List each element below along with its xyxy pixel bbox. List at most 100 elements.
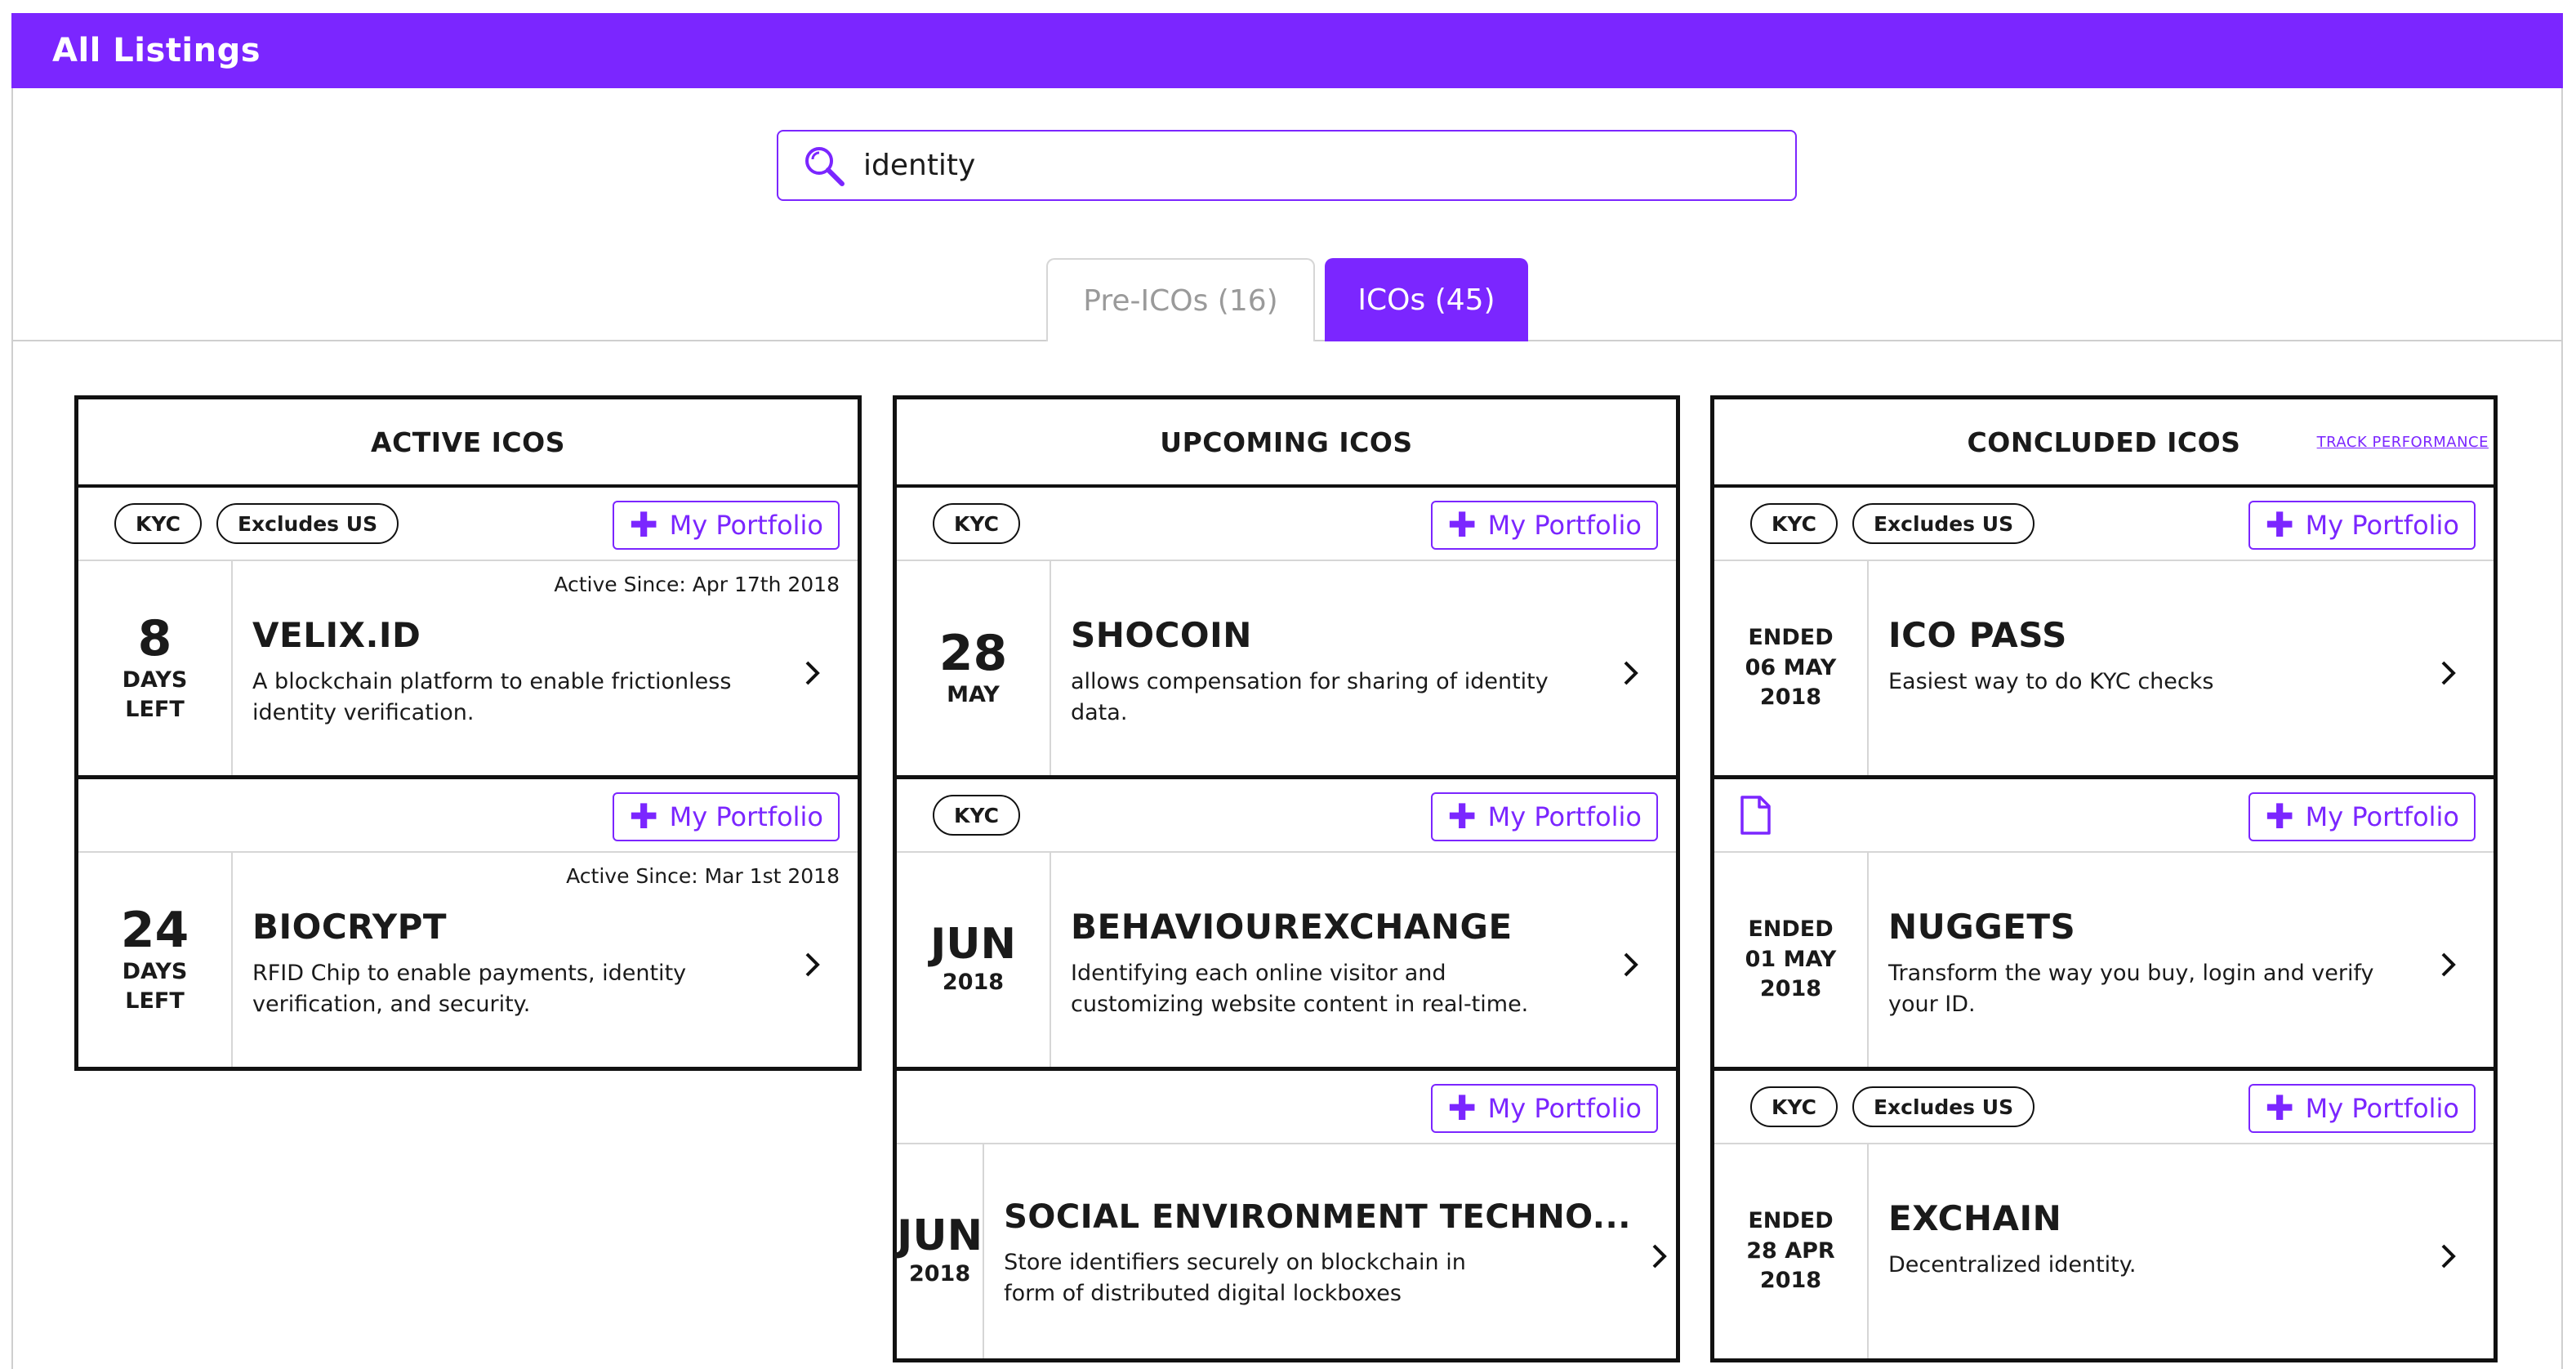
days-word: DAYS (122, 667, 188, 693)
start-day: 28 (938, 624, 1008, 682)
ico-card: KYC ✚ My Portfolio JUN 2018 BEHAVIOUREXC… (897, 779, 1676, 1071)
ico-info: SOCIAL ENVIRONMENT TECHNO... Store ident… (984, 1144, 1705, 1358)
excludes-us-badge: Excludes US (216, 503, 399, 544)
ended-label: ENDED (1748, 1208, 1834, 1234)
end-day-month: 28 APR (1746, 1237, 1835, 1264)
search-input[interactable] (863, 149, 1762, 182)
ico-name: NUGGETS (1888, 907, 2076, 947)
start-year: 2018 (908, 1261, 971, 1287)
search-box[interactable] (777, 130, 1797, 201)
plus-icon: ✚ (629, 505, 658, 545)
add-to-portfolio-button[interactable]: ✚ My Portfolio (2248, 1084, 2476, 1133)
end-date: ENDED 01 MAY 2018 (1714, 853, 1869, 1067)
add-to-portfolio-button[interactable]: ✚ My Portfolio (2248, 792, 2476, 841)
days-left: 8 DAYS LEFT (78, 561, 233, 775)
chevron-right-icon (2441, 661, 2456, 685)
ico-card: KYC Excludes US ✚ My Portfolio 8 DAYS LE… (78, 488, 858, 779)
ico-card-link[interactable]: 24 DAYS LEFT Active Since: Mar 1st 2018 … (78, 853, 858, 1067)
ico-info: SHOCOIN allows compensation for sharing … (1051, 561, 1676, 775)
excludes-us-badge: Excludes US (1852, 503, 2035, 544)
chevron-right-icon (1652, 1244, 1667, 1269)
ico-description: Transform the way you buy, login and ver… (1888, 961, 2374, 1017)
active-icos-heading: ACTIVE ICOS (78, 399, 858, 488)
days-left: 24 DAYS LEFT (78, 853, 233, 1067)
portfolio-label: My Portfolio (669, 510, 823, 541)
ico-description: RFID Chip to enable payments, identity v… (252, 961, 687, 1017)
ico-info: EXCHAIN Decentralized identity. (1869, 1144, 2494, 1358)
add-to-portfolio-button[interactable]: ✚ My Portfolio (1431, 501, 1658, 550)
ico-card-link[interactable]: ENDED 06 MAY 2018 ICO PASS Easiest way t… (1714, 561, 2494, 775)
add-to-portfolio-button[interactable]: ✚ My Portfolio (613, 792, 840, 841)
plus-icon: ✚ (1447, 796, 1477, 836)
active-since: Active Since: Apr 17th 2018 (554, 573, 840, 596)
ended-label: ENDED (1748, 625, 1834, 651)
ico-info: Active Since: Mar 1st 2018 BIOCRYPT RFID… (233, 853, 858, 1067)
end-year: 2018 (1759, 976, 1822, 1002)
tab-icos[interactable]: ICOs (45) (1325, 258, 1528, 341)
portfolio-label: My Portfolio (2305, 801, 2459, 832)
start-date: JUN 2018 (897, 1144, 985, 1358)
ico-name: ICO PASS (1888, 615, 2067, 655)
plus-icon: ✚ (1447, 505, 1477, 545)
plus-icon: ✚ (1447, 1088, 1477, 1128)
ico-card-link[interactable]: 28 MAY SHOCOIN allows compensation for s… (897, 561, 1676, 775)
ico-card-link[interactable]: ENDED 28 APR 2018 EXCHAIN Decentralized … (1714, 1144, 2494, 1358)
ico-card-link[interactable]: JUN 2018 BEHAVIOUREXCHANGE Identifying e… (897, 853, 1676, 1067)
start-date: 28 MAY (897, 561, 1051, 775)
upcoming-icos-panel: UPCOMING ICOS KYC ✚ My Portfolio 28 MAY … (893, 395, 1680, 1362)
concluded-icos-title: CONCLUDED ICOS (1967, 426, 2241, 458)
tab-pre-icos[interactable]: Pre-ICOs (16) (1046, 258, 1315, 341)
start-month: JUN (929, 920, 1017, 970)
chevron-right-icon (1624, 661, 1638, 685)
ico-card-link[interactable]: ENDED 01 MAY 2018 NUGGETS Transform the … (1714, 853, 2494, 1067)
plus-icon: ✚ (2265, 1088, 2294, 1128)
start-month: MAY (947, 681, 1000, 707)
end-year: 2018 (1759, 684, 1822, 711)
kyc-badge: KYC (1750, 503, 1838, 544)
start-date: JUN 2018 (897, 853, 1051, 1067)
add-to-portfolio-button[interactable]: ✚ My Portfolio (1431, 792, 1658, 841)
ico-card-link[interactable]: 8 DAYS LEFT Active Since: Apr 17th 2018 … (78, 561, 858, 775)
kyc-badge: KYC (1750, 1086, 1838, 1127)
plus-icon: ✚ (629, 796, 658, 836)
end-date: ENDED 06 MAY 2018 (1714, 561, 1869, 775)
card-tags-row: ✚ My Portfolio (897, 1071, 1676, 1144)
card-tags-row: KYC ✚ My Portfolio (897, 779, 1676, 853)
ico-description: Easiest way to do KYC checks (1888, 669, 2214, 694)
kyc-badge: KYC (933, 503, 1020, 544)
excludes-us-badge: Excludes US (1852, 1086, 2035, 1127)
add-to-portfolio-button[interactable]: ✚ My Portfolio (1431, 1084, 1658, 1133)
chevron-right-icon (2441, 1244, 2456, 1269)
ico-card: ✚ My Portfolio 24 DAYS LEFT Active Since… (78, 779, 858, 1067)
ico-info: BEHAVIOUREXCHANGE Identifying each onlin… (1051, 853, 1676, 1067)
ico-info: Active Since: Apr 17th 2018 VELIX.ID A b… (233, 561, 858, 775)
days-word: DAYS (122, 958, 188, 984)
ico-name: SHOCOIN (1071, 615, 1252, 655)
ico-description: Store identifiers securely on blockchain… (1004, 1250, 1466, 1306)
ico-card: ✚ My Portfolio JUN 2018 SOCIAL ENVIRONME… (897, 1071, 1676, 1358)
ico-card: KYC Excludes US ✚ My Portfolio ENDED 06 … (1714, 488, 2494, 779)
end-day-month: 01 MAY (1745, 946, 1837, 972)
card-tags-row: KYC Excludes US ✚ My Portfolio (78, 488, 858, 561)
days-count: 8 (137, 609, 172, 667)
ico-description: Identifying each online visitor and cust… (1071, 961, 1529, 1017)
add-to-portfolio-button[interactable]: ✚ My Portfolio (613, 501, 840, 550)
ico-description: allows compensation for sharing of ident… (1071, 669, 1549, 725)
track-performance-link[interactable]: TRACK PERFORMANCE (2317, 434, 2489, 451)
end-year: 2018 (1759, 1268, 1822, 1294)
left-word: LEFT (125, 988, 185, 1014)
chevron-right-icon (805, 661, 820, 685)
card-tags-row: ✚ My Portfolio (78, 779, 858, 853)
ico-card: KYC ✚ My Portfolio 28 MAY SHOCOIN allows… (897, 488, 1676, 779)
ico-name: BIOCRYPT (252, 907, 448, 947)
page-title: All Listings (52, 32, 261, 69)
ico-name: EXCHAIN (1888, 1198, 2062, 1238)
chevron-right-icon (805, 952, 820, 977)
add-to-portfolio-button[interactable]: ✚ My Portfolio (2248, 501, 2476, 550)
portfolio-label: My Portfolio (2305, 510, 2459, 541)
card-tags-row: KYC Excludes US ✚ My Portfolio (1714, 1071, 2494, 1144)
ico-card-link[interactable]: JUN 2018 SOCIAL ENVIRONMENT TECHNO... St… (897, 1144, 1676, 1358)
ico-info: ICO PASS Easiest way to do KYC checks (1869, 561, 2494, 775)
card-tags-row: KYC ✚ My Portfolio (897, 488, 1676, 561)
ico-description: Decentralized identity. (1888, 1252, 2137, 1278)
